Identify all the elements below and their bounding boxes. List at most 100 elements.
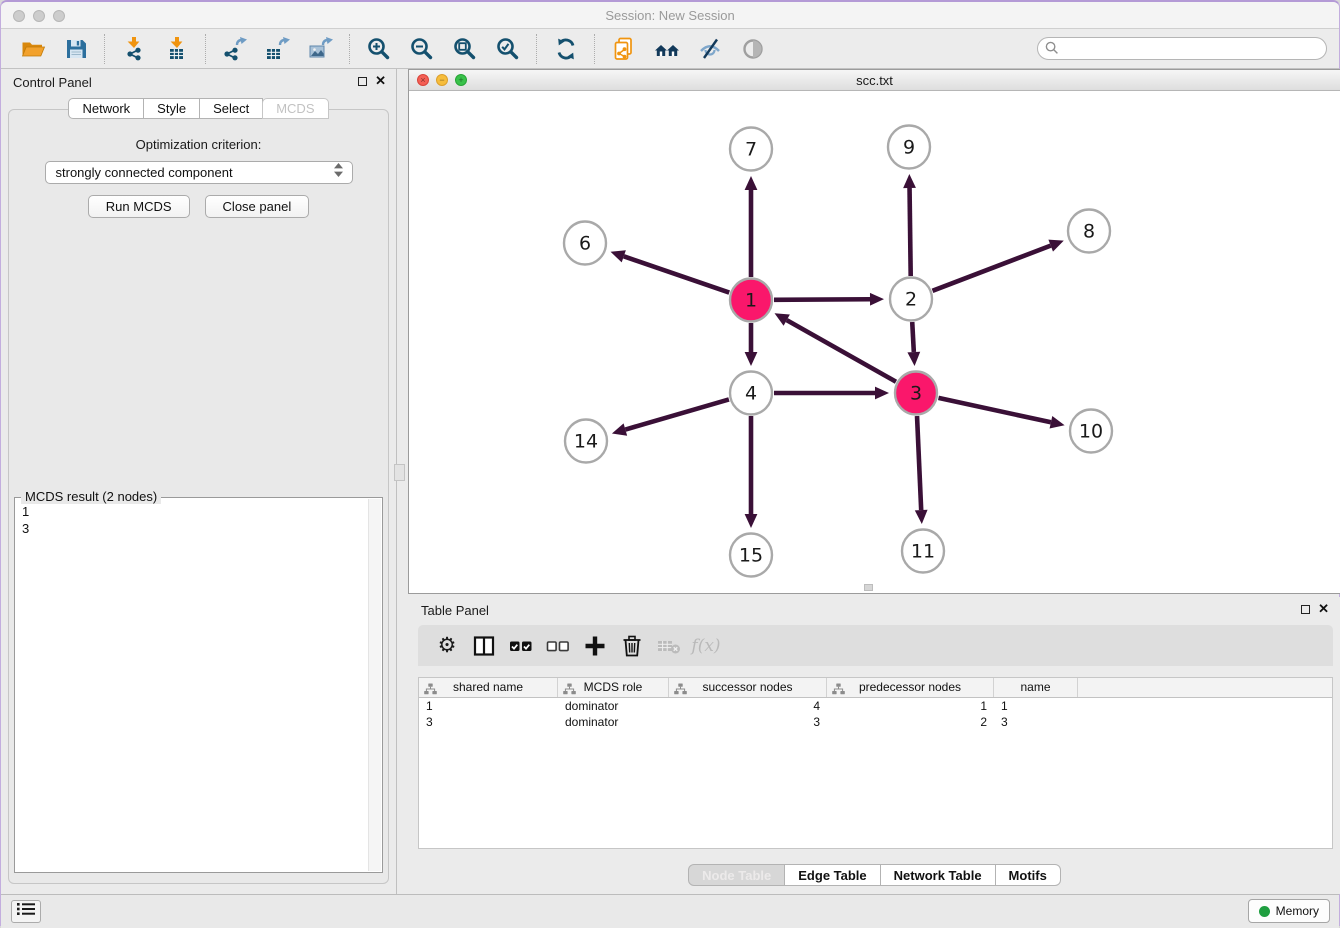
title-bar: Session: New Session <box>1 2 1339 29</box>
insert-column-icon[interactable] <box>471 633 497 659</box>
node-14[interactable]: 14 <box>565 420 607 463</box>
import-network-icon[interactable] <box>120 35 147 62</box>
network-canvas[interactable]: 7 9 6 8 1 2 4 3 14 10 15 11 <box>409 91 1340 593</box>
show-graphics-icon[interactable] <box>739 35 766 62</box>
table-cell[interactable]: 3 <box>419 714 558 730</box>
search-box <box>1037 37 1327 60</box>
float-panel-icon[interactable] <box>358 77 367 86</box>
tab-edge-table[interactable]: Edge Table <box>784 864 880 886</box>
node-2[interactable]: 2 <box>890 278 932 321</box>
unselect-all-columns-icon[interactable] <box>545 633 571 659</box>
edge-1-to-7[interactable] <box>745 176 758 277</box>
column-header-shared-name[interactable]: shared name <box>419 678 558 697</box>
column-header-successor-nodes[interactable]: successor nodes <box>669 678 827 697</box>
table-cell[interactable]: 3 <box>994 714 1078 730</box>
copy-network-icon[interactable] <box>610 35 637 62</box>
node-1[interactable]: 1 <box>730 279 772 322</box>
node-8[interactable]: 8 <box>1068 210 1110 253</box>
edge-1-to-4[interactable] <box>745 323 758 366</box>
tab-motifs[interactable]: Motifs <box>995 864 1061 886</box>
edge-2-to-8[interactable] <box>932 240 1063 291</box>
network-window-titlebar[interactable]: × − + scc.txt <box>409 70 1340 91</box>
toolbar-separator <box>104 34 105 64</box>
column-type-icon <box>563 682 576 697</box>
zoom-selected-icon[interactable] <box>494 35 521 62</box>
table-row[interactable]: 3dominator323 <box>419 714 1332 730</box>
memory-label: Memory <box>1276 904 1319 918</box>
edge-2-to-9[interactable] <box>903 174 916 276</box>
table-row[interactable]: 1dominator411 <box>419 698 1332 714</box>
table-panel-title: Table Panel <box>421 603 489 618</box>
float-table-panel-icon[interactable] <box>1301 605 1310 614</box>
export-table-icon[interactable] <box>264 35 291 62</box>
hide-graphics-icon[interactable] <box>696 35 723 62</box>
run-mcds-button[interactable]: Run MCDS <box>88 195 190 218</box>
edge-3-to-11[interactable] <box>915 416 928 524</box>
tab-network-table[interactable]: Network Table <box>880 864 996 886</box>
import-table-icon[interactable] <box>163 35 190 62</box>
result-scrollbar[interactable] <box>368 499 381 871</box>
table-cell[interactable]: 2 <box>827 714 994 730</box>
delete-table-icon <box>656 633 682 659</box>
node-10[interactable]: 10 <box>1070 410 1112 453</box>
mcds-result-list: 1 3 <box>15 500 368 872</box>
task-history-button[interactable] <box>11 900 41 923</box>
node-9[interactable]: 9 <box>888 126 930 169</box>
node-4[interactable]: 4 <box>730 372 772 415</box>
table-settings-icon[interactable]: ⚙ <box>434 633 460 659</box>
tab-node-table[interactable]: Node Table <box>688 864 785 886</box>
search-input[interactable] <box>1037 37 1327 60</box>
column-type-icon <box>424 682 437 697</box>
edge-3-to-10[interactable] <box>938 398 1064 429</box>
svg-text:6: 6 <box>579 233 591 255</box>
column-header-mcds-role[interactable]: MCDS role <box>558 678 669 697</box>
column-header-name[interactable]: name <box>994 678 1078 697</box>
zoom-fit-icon[interactable] <box>451 35 478 62</box>
close-panel-icon[interactable]: ✕ <box>375 75 386 87</box>
home-networks-icon[interactable] <box>653 35 680 62</box>
close-panel-button[interactable]: Close panel <box>205 195 310 218</box>
tab-network[interactable]: Network <box>68 98 144 119</box>
table-cell[interactable]: 4 <box>669 698 827 714</box>
close-table-panel-icon[interactable]: ✕ <box>1318 603 1329 615</box>
node-15[interactable]: 15 <box>730 534 772 577</box>
edge-1-to-2[interactable] <box>774 293 884 306</box>
canvas-splitter-handle[interactable] <box>864 584 873 591</box>
table-cell[interactable]: 1 <box>994 698 1078 714</box>
node-6[interactable]: 6 <box>564 222 606 265</box>
table-cell[interactable]: dominator <box>558 698 669 714</box>
node-7[interactable]: 7 <box>730 128 772 171</box>
tab-select[interactable]: Select <box>199 98 263 119</box>
tab-mcds[interactable]: MCDS <box>262 98 328 119</box>
memory-button[interactable]: Memory <box>1248 899 1330 923</box>
add-row-icon[interactable] <box>582 633 608 659</box>
edge-4-to-14[interactable] <box>612 399 729 435</box>
select-all-columns-icon[interactable] <box>508 633 534 659</box>
open-session-icon[interactable] <box>19 35 46 62</box>
table-cell[interactable]: dominator <box>558 714 669 730</box>
table-cell[interactable]: 1 <box>827 698 994 714</box>
table-cell[interactable]: 1 <box>419 698 558 714</box>
export-network-icon[interactable] <box>221 35 248 62</box>
table-cell[interactable]: 3 <box>669 714 827 730</box>
column-header-predecessor-nodes[interactable]: predecessor nodes <box>827 678 994 697</box>
edge-4-to-3[interactable] <box>774 387 889 400</box>
node-3[interactable]: 3 <box>895 372 937 415</box>
criterion-dropdown[interactable]: strongly connected component <box>45 161 353 184</box>
node-11[interactable]: 11 <box>902 530 944 573</box>
table-toolbar: ⚙f(x) <box>418 625 1333 666</box>
memory-status-icon <box>1259 906 1270 917</box>
edge-2-to-3[interactable] <box>907 322 920 366</box>
refresh-view-icon[interactable] <box>552 35 579 62</box>
edge-1-to-6[interactable] <box>611 250 730 292</box>
edge-3-to-1[interactable] <box>775 313 896 381</box>
panel-splitter-handle[interactable] <box>394 464 405 481</box>
zoom-in-icon[interactable] <box>365 35 392 62</box>
export-image-icon[interactable] <box>307 35 334 62</box>
save-session-icon[interactable] <box>62 35 89 62</box>
delete-column-icon[interactable] <box>619 633 645 659</box>
zoom-out-icon[interactable] <box>408 35 435 62</box>
tab-style[interactable]: Style <box>143 98 200 119</box>
svg-text:1: 1 <box>745 290 757 312</box>
edge-4-to-15[interactable] <box>745 416 758 528</box>
